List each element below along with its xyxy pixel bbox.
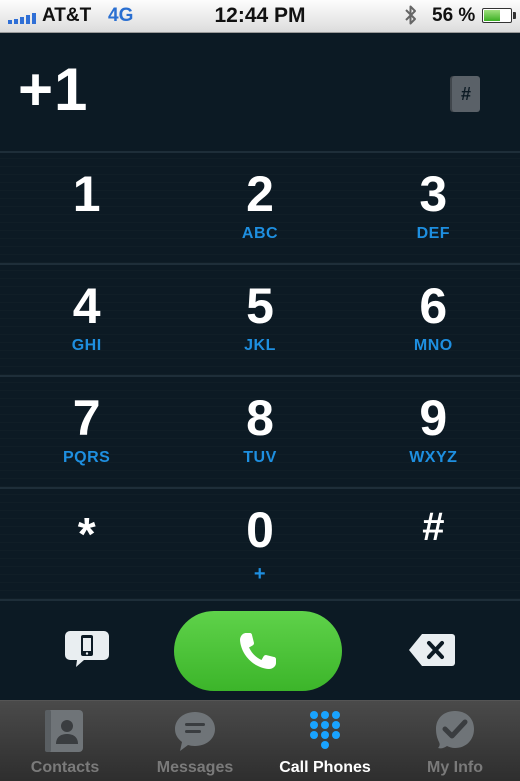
key-digit: 9 <box>419 390 448 446</box>
key-digit: 1 <box>72 166 101 222</box>
key-5[interactable]: 5 JKL <box>173 265 347 375</box>
key-3[interactable]: 3 DEF <box>346 153 520 263</box>
keypad-row: 7 PQRS 8 TUV 9 WXYZ <box>0 375 520 487</box>
key-digit: 0 <box>246 502 274 558</box>
call-button[interactable] <box>174 611 342 691</box>
dialpad-icon <box>310 711 340 749</box>
phone-handset-icon <box>240 633 276 669</box>
key-letters: JKL <box>244 337 276 354</box>
key-letters: ABC <box>241 225 279 242</box>
tab-label: Messages <box>156 759 234 776</box>
key-0[interactable]: 0 + <box>173 489 347 599</box>
key-star[interactable]: * <box>0 489 174 599</box>
key-8[interactable]: 8 TUV <box>173 377 347 487</box>
keypad-row: * 0 + # <box>0 487 520 599</box>
battery-level <box>484 10 500 21</box>
tab-label: Contacts <box>30 759 100 776</box>
keypad-row: 1 2 ABC 3 DEF <box>0 151 520 263</box>
tab-label: My Info <box>427 759 483 776</box>
key-2[interactable]: 2 ABC <box>173 153 347 263</box>
key-digit: 5 <box>246 278 274 334</box>
tab-messages[interactable]: Messages <box>130 701 260 781</box>
key-1[interactable]: 1 <box>0 153 174 263</box>
key-6[interactable]: 6 MNO <box>346 265 520 375</box>
key-letters: TUV <box>243 449 277 466</box>
key-letters: + <box>253 563 267 585</box>
key-4[interactable]: 4 GHI <box>0 265 174 375</box>
tab-label: Call Phones <box>279 759 371 776</box>
key-hash[interactable]: # <box>346 489 520 599</box>
key-digit: 2 <box>246 166 274 222</box>
key-letters: MNO <box>413 337 453 354</box>
contacts-icon <box>45 710 83 752</box>
battery-icon <box>482 8 516 23</box>
key-digit: # <box>422 505 445 549</box>
key-letters: PQRS <box>62 449 111 466</box>
key-digit: 7 <box>72 390 101 446</box>
dialed-number: +1 <box>18 56 89 123</box>
call-action-bar <box>0 599 520 702</box>
key-letters: DEF <box>416 225 451 242</box>
tab-call-phones[interactable]: Call Phones <box>260 701 390 781</box>
battery-percentage: 56 % <box>432 5 476 26</box>
phone-mode-icon[interactable] <box>64 629 110 669</box>
key-letters: WXYZ <box>409 449 458 466</box>
key-7[interactable]: 7 PQRS <box>0 377 174 487</box>
dialpad: 1 2 ABC 3 DEF 4 GHI 5 JKL 6 MNO 7 PQRS 8… <box>0 151 520 599</box>
backspace-icon[interactable] <box>408 633 456 667</box>
key-9[interactable]: 9 WXYZ <box>346 377 520 487</box>
key-digit: 3 <box>419 166 448 222</box>
keypad-row: 4 GHI 5 JKL 6 MNO <box>0 263 520 375</box>
tab-my-info[interactable]: My Info <box>390 701 520 781</box>
bluetooth-icon <box>405 5 416 25</box>
tab-bar: Contacts Messages Call Phones My Info <box>0 700 520 781</box>
check-badge-icon <box>436 711 474 749</box>
chat-bubble-icon <box>175 712 215 751</box>
key-digit: 4 <box>72 278 101 334</box>
contacts-book-icon[interactable]: # <box>452 76 480 112</box>
key-letters: GHI <box>71 337 102 354</box>
tab-contacts[interactable]: Contacts <box>0 701 130 781</box>
number-display: +1 # <box>0 33 520 151</box>
status-bar: AT&T 4G 12:44 PM 56 % <box>0 0 520 33</box>
key-digit: 8 <box>246 390 274 446</box>
key-digit: * <box>77 508 96 560</box>
key-digit: 6 <box>419 278 448 334</box>
